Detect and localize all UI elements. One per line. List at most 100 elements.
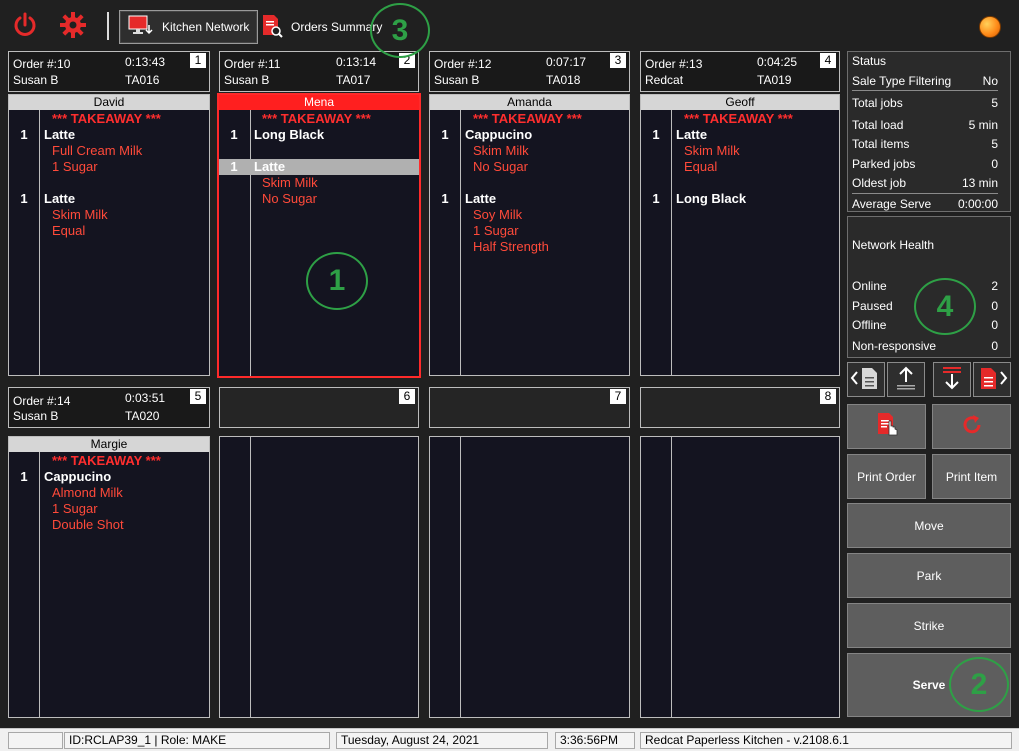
empty-ticket-8	[640, 436, 840, 718]
empty-slot-header-7: 7	[429, 387, 630, 428]
orders-summary-label: Orders Summary	[291, 20, 383, 34]
item-modifier: Skim Milk	[9, 207, 209, 223]
item-quantity: 1	[652, 191, 660, 206]
item-modifier: Soy Milk	[430, 207, 629, 223]
network-value: 0	[991, 299, 998, 313]
move-to-top-button[interactable]	[887, 362, 925, 397]
item-quantity: 1	[20, 127, 28, 142]
order-elapsed-time: 0:04:25	[757, 55, 798, 69]
order-header-2[interactable]: Order #:11 0:13:14 Susan B TA017 2	[219, 51, 419, 92]
order-ticket-2-selected[interactable]: Mena *** TAKEAWAY *** 1 Long Black 1 Latte…	[217, 93, 421, 378]
order-table: TA019	[757, 73, 792, 87]
modifier-text: Skim Milk	[262, 175, 318, 190]
refresh-button[interactable]	[932, 404, 1011, 449]
takeaway-label: *** TAKEAWAY ***	[52, 111, 161, 126]
ticket-item[interactable]: 1 Long Black	[219, 127, 419, 143]
item-modifier: Equal	[641, 159, 839, 175]
callout-4: 4	[914, 278, 976, 335]
ticket-item[interactable]: 1 Latte	[641, 127, 839, 143]
previous-page-button[interactable]	[847, 362, 885, 397]
status-title: Status	[852, 54, 998, 68]
order-ticket-4[interactable]: Geoff *** TAKEAWAY *** 1 Latte Skim Milk …	[640, 94, 840, 376]
ticket-item[interactable]: 1 Latte	[9, 191, 209, 207]
takeaway-line: *** TAKEAWAY ***	[9, 111, 209, 127]
modifier-text: 1 Sugar	[52, 159, 98, 174]
order-header-3[interactable]: Order #:12 0:07:17 Susan B TA018 3	[429, 51, 630, 92]
next-page-button[interactable]	[973, 362, 1011, 397]
slot-number: 3	[610, 53, 626, 68]
status-bar-version: Redcat Paperless Kitchen - v.2108.6.1	[640, 732, 1012, 749]
print-order-button[interactable]: Print Order	[847, 454, 926, 499]
modifier-text: Full Cream Milk	[52, 143, 143, 158]
modifier-text: No Sugar	[262, 191, 317, 206]
order-number: Order #:14	[13, 394, 71, 408]
order-ticket-1[interactable]: David *** TAKEAWAY *** 1 Latte Full Cream…	[8, 94, 210, 376]
arrow-up-icon	[893, 364, 919, 395]
ticket-item[interactable]: 1 Cappucino	[430, 127, 629, 143]
move-to-bottom-button[interactable]	[933, 362, 971, 397]
status-bar: ID:RCLAP39_1 | Role: MAKE Tuesday, Augus…	[0, 728, 1019, 751]
toolbar: Kitchen Network Orders Summary	[0, 0, 1019, 50]
order-table: TA017	[336, 73, 371, 87]
status-panel: Status Sale Type Filtering No Total jobs 5…	[847, 51, 1011, 212]
ticket-item[interactable]: 1 Long Black	[641, 191, 839, 207]
status-value: 0	[991, 157, 998, 171]
next-page-icon	[976, 364, 1008, 395]
order-ticket-5[interactable]: Margie *** TAKEAWAY *** 1 Cappucino Almon…	[8, 436, 210, 718]
status-title-text: Status	[852, 54, 887, 68]
status-row-parked-jobs: Parked jobs 0	[852, 157, 998, 171]
ticket-item-highlighted[interactable]: 1 Latte	[219, 159, 419, 175]
network-label: Online	[852, 279, 887, 293]
move-button[interactable]: Move	[847, 503, 1011, 548]
order-ticket-3[interactable]: Amanda *** TAKEAWAY *** 1 Cappucino Skim …	[429, 94, 630, 376]
item-quantity: 1	[230, 159, 238, 174]
refresh-icon	[959, 412, 985, 441]
item-quantity: 1	[230, 127, 238, 142]
status-label: Total load	[852, 118, 904, 132]
empty-slot-header-8: 8	[640, 387, 840, 428]
network-label: Non-responsive	[852, 339, 937, 353]
modifier-text: Skim Milk	[473, 143, 529, 158]
order-header-4[interactable]: Order #:13 0:04:25 Redcat TA019 4	[640, 51, 840, 92]
order-header-1[interactable]: Order #:10 0:13:43 Susan B TA016 1	[8, 51, 210, 92]
customer-name: David	[9, 95, 209, 110]
park-button[interactable]: Park	[847, 553, 1011, 598]
callout-3: 3	[370, 3, 430, 58]
modifier-text: Double Shot	[52, 517, 124, 532]
order-header-5[interactable]: Order #:14 0:03:51 Susan B TA020 5	[8, 387, 210, 428]
ticket-item[interactable]: 1 Cappucino	[9, 469, 209, 485]
print-item-button[interactable]: Print Item	[932, 454, 1011, 499]
slot-number: 6	[399, 389, 415, 404]
status-value: 5	[991, 96, 998, 110]
ticket-item[interactable]: 1 Latte	[9, 127, 209, 143]
kitchen-network-button[interactable]: Kitchen Network	[119, 10, 259, 44]
kitchen-network-label: Kitchen Network	[162, 20, 250, 34]
document-hand-icon	[873, 411, 901, 442]
toolbar-divider	[107, 12, 109, 40]
document-search-icon	[261, 14, 283, 41]
item-quantity: 1	[652, 127, 660, 142]
modifier-text: No Sugar	[473, 159, 528, 174]
status-value: 13 min	[961, 176, 998, 190]
power-icon[interactable]	[8, 8, 42, 42]
item-name: Latte	[44, 191, 76, 206]
callout-2: 2	[949, 657, 1009, 712]
gear-icon[interactable]	[56, 8, 90, 42]
modifier-text: Skim Milk	[684, 143, 740, 158]
order-table: TA016	[125, 73, 160, 87]
modifier-text: Almond Milk	[52, 485, 123, 500]
modifier-text: Half Strength	[473, 239, 549, 254]
recall-order-button[interactable]	[847, 404, 926, 449]
connection-status-indicator	[979, 16, 1001, 38]
status-label: Oldest job	[852, 176, 907, 190]
takeaway-line: *** TAKEAWAY ***	[430, 111, 629, 127]
ticket-item[interactable]: 1 Latte	[430, 191, 629, 207]
status-bar-id-role: ID:RCLAP39_1 | Role: MAKE	[64, 732, 330, 749]
item-modifier: Skim Milk	[641, 143, 839, 159]
network-value: 2	[991, 279, 998, 293]
item-name: Latte	[676, 127, 708, 142]
status-value: No	[982, 74, 998, 88]
order-table: TA020	[125, 409, 160, 423]
strike-button[interactable]: Strike	[847, 603, 1011, 648]
quantity-divider	[671, 437, 672, 717]
